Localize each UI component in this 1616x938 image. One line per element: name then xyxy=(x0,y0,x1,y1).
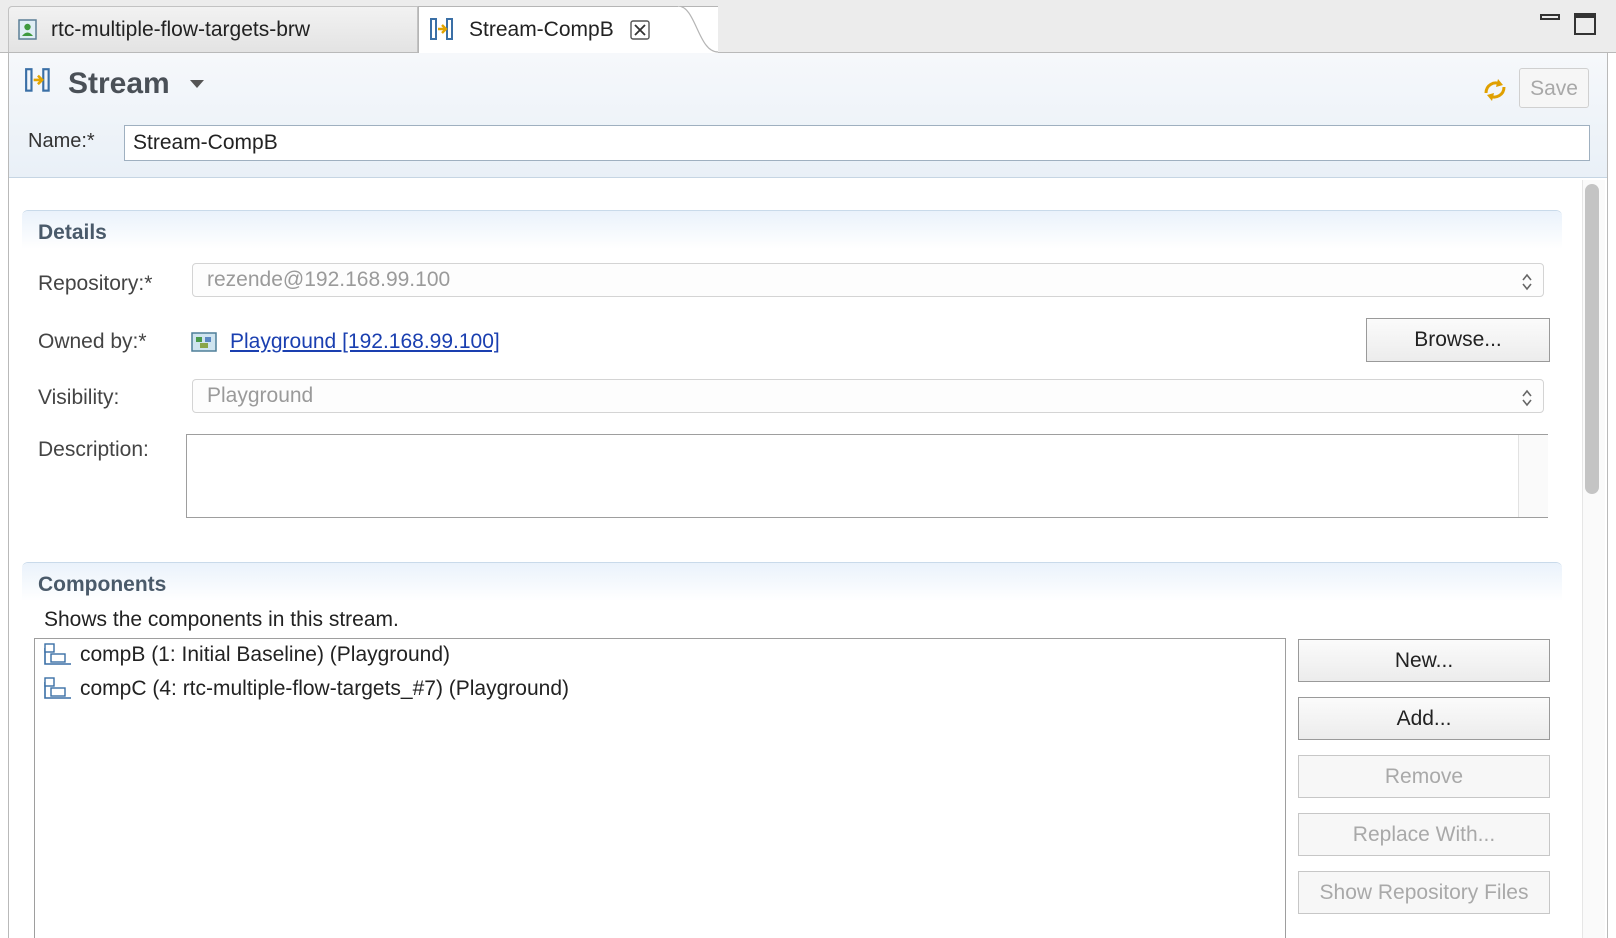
tab-label: Stream-CompB xyxy=(469,18,614,41)
show-repository-files-button[interactable]: Show Repository Files xyxy=(1298,871,1550,914)
remove-component-button[interactable]: Remove xyxy=(1298,755,1550,798)
chevron-down-icon[interactable] xyxy=(189,79,204,88)
header-title-row: Stream xyxy=(24,66,204,101)
team-area-icon xyxy=(17,18,39,42)
visibility-value: Playground xyxy=(207,384,314,407)
list-item-label: compB (1: Initial Baseline) (Playground) xyxy=(80,643,451,666)
stream-icon xyxy=(24,66,54,101)
tab-label: rtc-multiple-flow-targets-brw xyxy=(51,17,311,41)
tab-edge xyxy=(678,6,718,53)
sync-icon[interactable] xyxy=(1480,75,1510,110)
description-textarea[interactable] xyxy=(186,434,1548,518)
scrollbar-thumb[interactable] xyxy=(1585,184,1599,494)
tab-stream-compb[interactable]: Stream-CompB xyxy=(418,6,718,53)
name-label: Name:* xyxy=(28,130,95,152)
owned-by-link[interactable]: Playground [192.168.99.100] xyxy=(230,330,500,354)
components-hint: Shows the components in this stream. xyxy=(44,608,399,631)
owned-by-label: Owned by:* xyxy=(38,330,147,353)
details-section-title: Details xyxy=(38,221,107,244)
visibility-label: Visibility: xyxy=(38,386,120,409)
project-area-icon xyxy=(190,330,218,359)
close-icon[interactable] xyxy=(630,20,650,40)
add-component-button[interactable]: Add... xyxy=(1298,697,1550,740)
details-section-header[interactable]: Details xyxy=(22,211,1562,249)
stream-icon xyxy=(429,16,457,44)
save-button[interactable]: Save xyxy=(1519,68,1589,108)
list-item[interactable]: compB (1: Initial Baseline) (Playground) xyxy=(42,642,450,668)
tab-team-area[interactable]: rtc-multiple-flow-targets-brw xyxy=(8,6,418,52)
repository-select[interactable]: rezende@192.168.99.100 xyxy=(192,263,1544,297)
maximize-icon[interactable] xyxy=(1574,13,1596,35)
select-arrows-icon xyxy=(1521,386,1533,418)
description-scrollbar[interactable] xyxy=(1518,435,1548,517)
new-component-button[interactable]: New... xyxy=(1298,639,1550,682)
list-item-label: compC (4: rtc-multiple-flow-targets_#7) … xyxy=(80,677,569,700)
replace-with-button[interactable]: Replace With... xyxy=(1298,813,1550,856)
visibility-select[interactable]: Playground xyxy=(192,379,1544,413)
list-item[interactable]: compC (4: rtc-multiple-flow-targets_#7) … xyxy=(42,676,569,702)
repository-label: Repository:* xyxy=(38,272,153,295)
component-icon xyxy=(42,676,74,702)
select-arrows-icon xyxy=(1521,270,1533,302)
components-section-header[interactable]: Components xyxy=(22,563,1562,601)
minimize-icon[interactable] xyxy=(1540,14,1560,20)
component-icon xyxy=(42,642,74,668)
name-field[interactable] xyxy=(124,125,1590,161)
page-title: Stream xyxy=(68,66,170,100)
components-section-title: Components xyxy=(38,573,167,596)
browse-button[interactable]: Browse... xyxy=(1366,318,1550,362)
description-label: Description: xyxy=(38,438,149,461)
repository-value: rezende@192.168.99.100 xyxy=(207,268,451,291)
